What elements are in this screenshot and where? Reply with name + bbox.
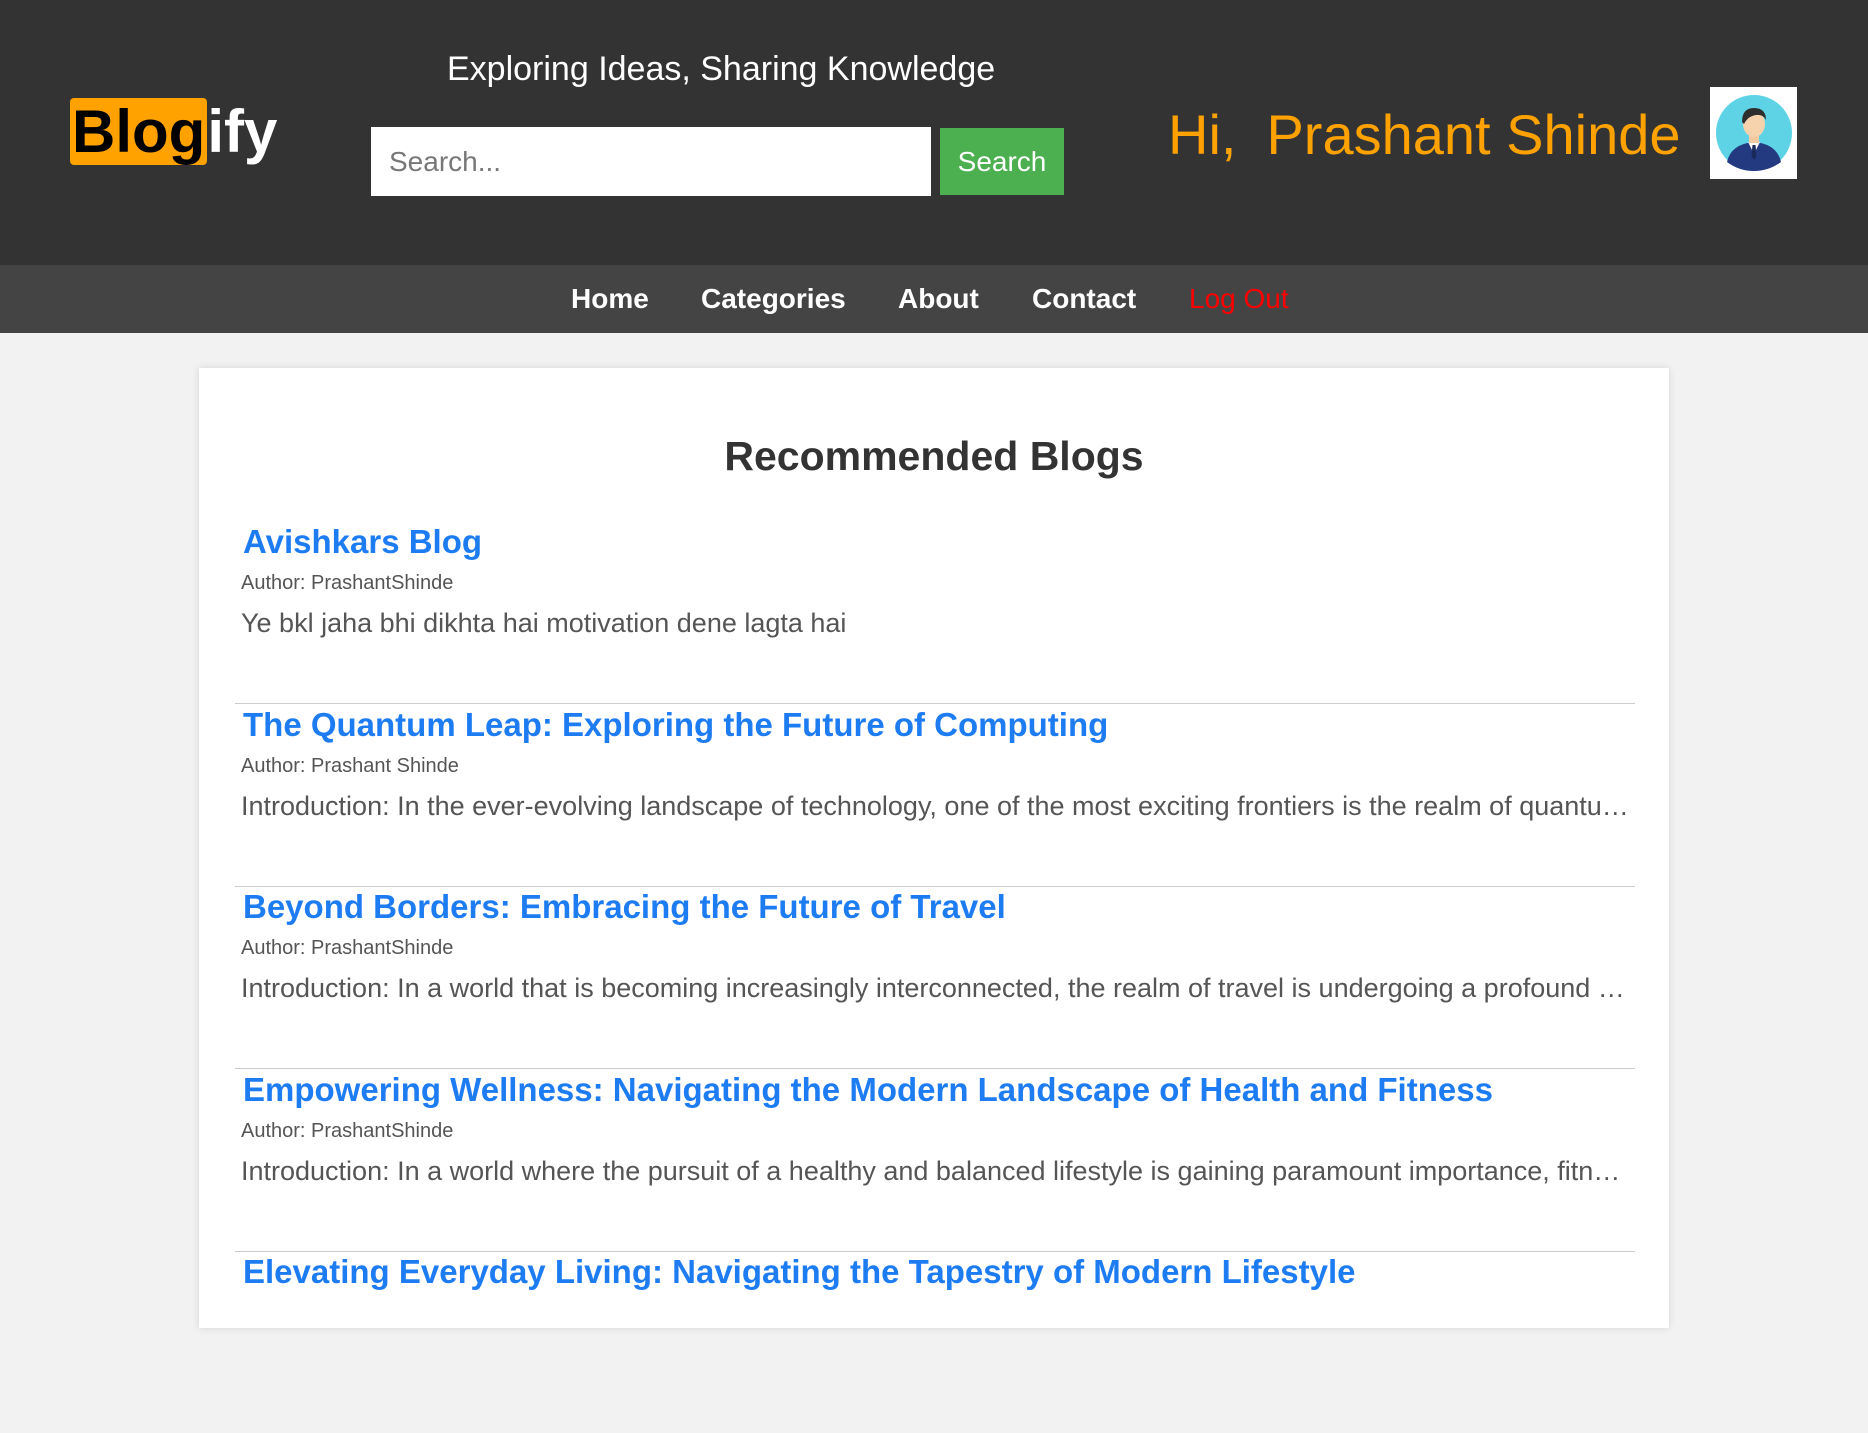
blog-item: The Quantum Leap: Exploring the Future o… bbox=[235, 703, 1635, 887]
main-navbar: Home Categories About Contact Log Out bbox=[0, 265, 1868, 333]
blog-title-link[interactable]: Avishkars Blog bbox=[243, 520, 482, 564]
recommended-blogs-card: Recommended Blogs Avishkars Blog Author:… bbox=[199, 368, 1669, 1328]
blog-author: Author: PrashantShinde bbox=[241, 572, 454, 594]
blog-item: Avishkars Blog Author: PrashantShinde Ye… bbox=[235, 520, 1635, 704]
logo-suffix: ify bbox=[207, 98, 278, 165]
section-title: Recommended Blogs bbox=[724, 433, 1144, 479]
nav-contact[interactable]: Contact bbox=[1032, 265, 1136, 333]
avatar-illustration bbox=[1715, 95, 1792, 171]
blog-excerpt: Introduction: In a world where the pursu… bbox=[241, 1156, 1631, 1186]
greeting-hi: Hi, bbox=[1168, 103, 1237, 166]
blog-item: Beyond Borders: Embracing the Future of … bbox=[235, 885, 1635, 1069]
logo-highlight: Blog bbox=[70, 98, 208, 165]
search-input[interactable] bbox=[371, 127, 931, 196]
blog-item: Empowering Wellness: Navigating the Mode… bbox=[235, 1068, 1635, 1252]
greeting-username: Prashant Shinde bbox=[1266, 103, 1681, 166]
site-logo[interactable]: Blogify bbox=[70, 97, 277, 167]
blog-excerpt: Introduction: In the ever-evolving lands… bbox=[241, 791, 1631, 821]
blog-author: Author: Prashant Shinde bbox=[241, 755, 459, 777]
user-greeting: Hi, Prashant Shinde bbox=[1168, 100, 1681, 170]
site-tagline: Exploring Ideas, Sharing Knowledge bbox=[447, 50, 996, 88]
search-button[interactable]: Search bbox=[940, 128, 1064, 195]
nav-categories[interactable]: Categories bbox=[701, 265, 846, 333]
nav-logout[interactable]: Log Out bbox=[1189, 265, 1289, 333]
blog-author: Author: PrashantShinde bbox=[241, 1120, 454, 1142]
site-header: Blogify Exploring Ideas, Sharing Knowled… bbox=[0, 0, 1868, 265]
nav-about[interactable]: About bbox=[898, 265, 979, 333]
nav-home[interactable]: Home bbox=[571, 265, 649, 333]
blog-title-link[interactable]: The Quantum Leap: Exploring the Future o… bbox=[243, 703, 1108, 747]
blog-excerpt: Introduction: In a world that is becomin… bbox=[241, 973, 1631, 1003]
user-avatar-icon[interactable] bbox=[1710, 87, 1797, 179]
blog-title-link[interactable]: Empowering Wellness: Navigating the Mode… bbox=[243, 1068, 1493, 1112]
blog-title-link[interactable]: Elevating Everyday Living: Navigating th… bbox=[243, 1250, 1355, 1294]
blog-title-link[interactable]: Beyond Borders: Embracing the Future of … bbox=[243, 885, 1006, 929]
blog-item: Elevating Everyday Living: Navigating th… bbox=[235, 1250, 1635, 1433]
blog-excerpt: Ye bkl jaha bhi dikhta hai motivation de… bbox=[241, 608, 847, 638]
blog-author: Author: PrashantShinde bbox=[241, 937, 454, 959]
